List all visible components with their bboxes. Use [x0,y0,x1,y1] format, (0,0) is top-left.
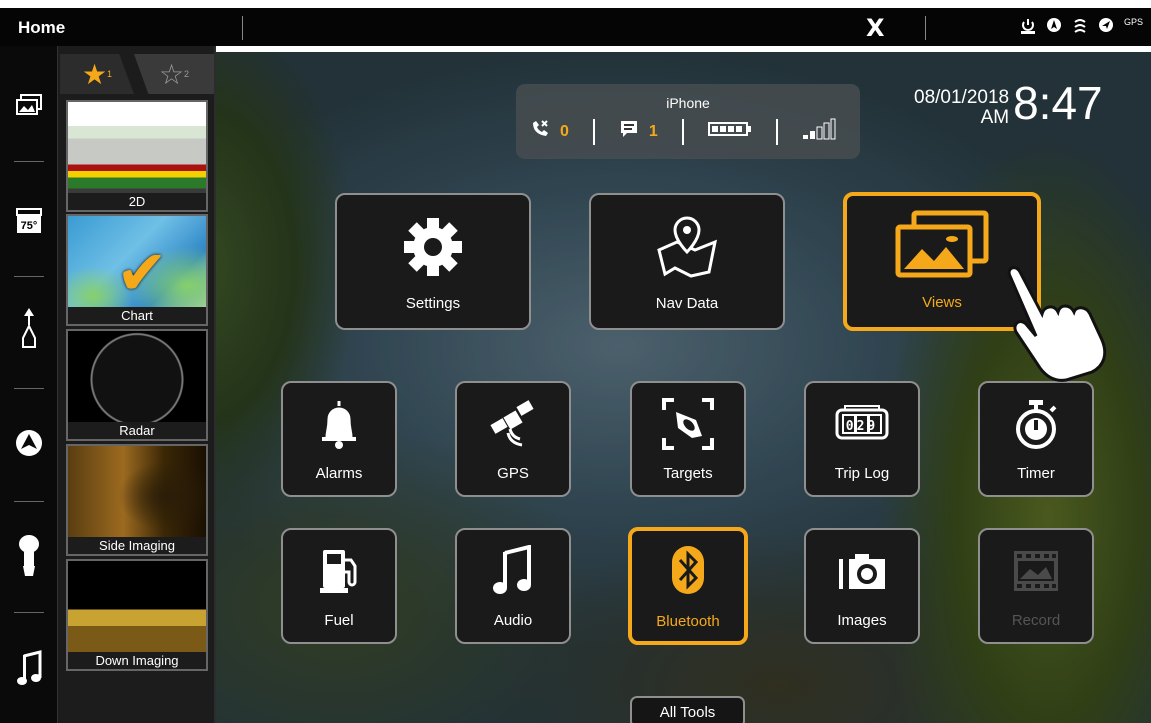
favorite-label: 2D [68,193,206,210]
page-title: Home [18,18,66,37]
nav-data-tile[interactable]: Nav Data [589,193,785,330]
compass-icon[interactable] [1046,17,1062,35]
phone-status[interactable]: iPhone 0 1 [516,84,860,159]
rail-divider [14,276,44,277]
tile-label: Alarms [315,465,363,482]
brand-logo[interactable]: X [866,14,885,42]
topbar-divider [925,16,926,40]
favorite-label: Down Imaging [68,652,206,669]
star-filled-icon: ★ [81,58,108,90]
star-outline-icon: ☆ [158,58,185,90]
tab-number: 1 [107,69,113,79]
targets-tile[interactable]: Targets [630,381,746,497]
top-bar: Home X GPS [0,0,1151,52]
tile-label: Nav Data [655,295,719,312]
odometer-icon: 029 [806,399,918,449]
temperature-value: 75° [21,220,38,232]
alarms-tile[interactable]: Alarms [281,381,397,497]
film-icon [980,546,1092,596]
favorite-chart[interactable]: ✔ Chart [66,214,208,326]
bluetooth-tile[interactable]: Bluetooth [628,527,748,645]
status-icons: GPS [1020,17,1143,35]
bluetooth-icon [632,545,744,595]
favorite-label: Side Imaging [68,537,206,554]
date-block: 08/01/2018 AM [914,88,1009,128]
gps-icon[interactable]: GPS [1124,17,1143,35]
record-tile[interactable]: Record [978,528,1094,644]
trip-log-tile[interactable]: 029 Trip Log [804,381,920,497]
navigation-icon[interactable] [1098,17,1114,35]
date-time: 08/01/2018 AM 8:47 [914,80,1103,128]
time-text: 8:47 [1013,77,1103,129]
fuel-pump-icon [283,546,395,596]
tile-label: Fuel [324,612,354,629]
missed-call-icon [530,119,550,144]
top-bar-inner: Home X GPS [0,8,1151,46]
gear-icon [337,217,529,277]
rail-divider [14,161,44,162]
tile-label: Bluetooth [656,613,720,630]
favorite-label: Chart [68,307,206,324]
rail-divider [14,388,44,389]
tile-label: Targets [663,465,713,482]
favorite-label: Radar [68,422,206,439]
fuel-tile[interactable]: Fuel [281,528,397,644]
images-tile[interactable]: Images [804,528,920,644]
missed-calls-count: 0 [560,122,569,140]
odometer-digits: 029 [846,419,878,434]
message-icon [619,119,639,144]
music-note-icon [457,545,569,596]
trolling-motor-icon[interactable] [14,534,44,578]
tile-label: Trip Log [834,465,890,482]
tile-label: Timer [1017,465,1055,482]
temperature-icon[interactable]: 75° [14,206,44,236]
battery-icon [707,121,752,142]
music-icon[interactable] [14,649,44,689]
target-boat-icon [632,398,744,450]
favorite-down-imaging[interactable]: Down Imaging [66,559,208,671]
phone-name: iPhone [666,95,710,111]
depth-icon[interactable] [1072,17,1088,35]
all-tools-button[interactable]: All Tools [630,696,745,723]
favorites-tab-1[interactable]: ★ 1 [60,54,134,94]
map-pin-icon [591,216,783,278]
left-rail: 75° [0,46,58,723]
boat-heading-icon[interactable] [14,308,44,348]
favorites-panel: ★ 1 ☆ 2 2D ✔ Chart Radar Side Imaging Down… [58,46,216,723]
autopilot-icon[interactable] [14,428,44,458]
satellite-icon [457,399,569,449]
gps-tile[interactable]: GPS [455,381,571,497]
topbar-divider [242,16,243,40]
views-icon[interactable] [14,90,44,120]
tile-label: Record [1011,612,1061,629]
settings-tile[interactable]: Settings [335,193,531,330]
tile-label: GPS [497,465,529,482]
favorite-radar[interactable]: Radar [66,329,208,441]
date-text: 08/01/2018 [914,87,1010,108]
tile-label: Audio [493,612,533,629]
phone-divider [775,118,778,145]
favorites-tab-2[interactable]: ☆ 2 [134,54,214,94]
phone-status-row: 0 1 [530,118,836,145]
signal-strength-icon [802,118,836,145]
stopwatch-icon [980,399,1092,449]
ampm-text: AM [980,107,1010,128]
camera-icon [806,546,918,596]
bell-icon [283,399,395,449]
tile-label: Images [837,612,887,629]
favorite-2d[interactable]: 2D [66,100,208,212]
tab-number: 2 [184,69,190,79]
power-icon[interactable] [1020,17,1036,35]
rail-divider [14,501,44,502]
check-icon: ✔ [116,239,168,308]
messages-count: 1 [648,122,658,140]
favorite-side-imaging[interactable]: Side Imaging [66,444,208,556]
phone-divider [681,118,684,145]
timer-tile[interactable]: Timer [978,381,1094,497]
pointing-hand-icon [996,262,1116,382]
tile-label: Settings [405,295,461,312]
phone-divider [592,118,595,145]
audio-tile[interactable]: Audio [455,528,571,644]
rail-divider [14,612,44,613]
